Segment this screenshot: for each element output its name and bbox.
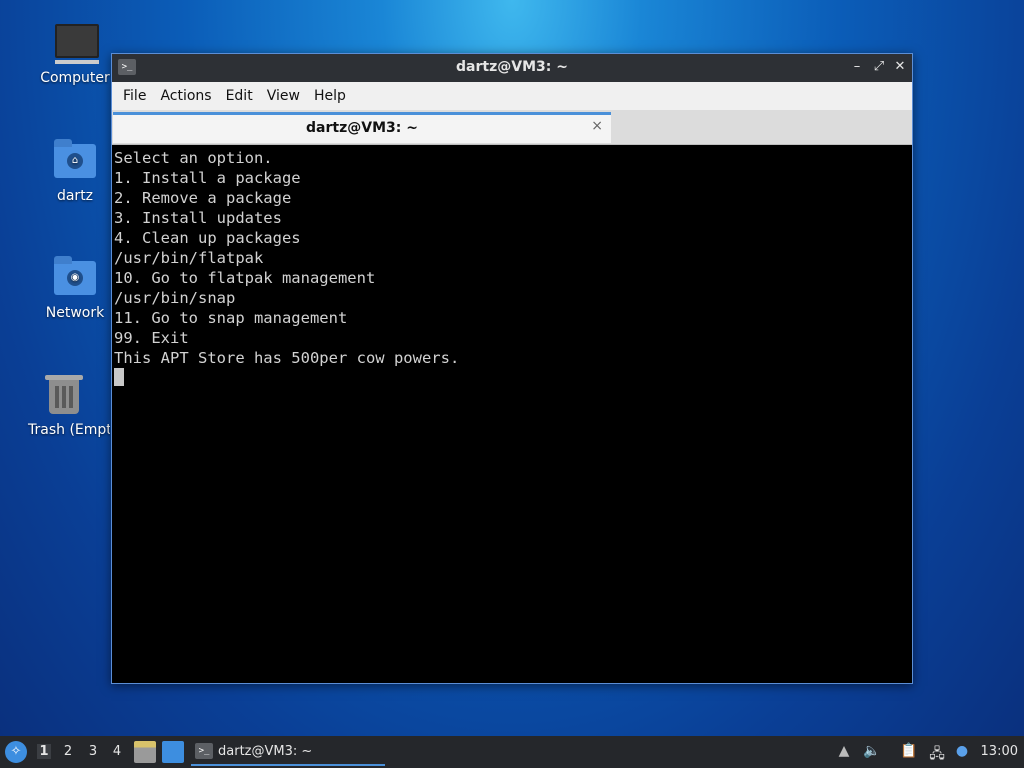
close-button[interactable]: ✕	[891, 58, 909, 76]
terminal-line: 10. Go to flatpak management	[114, 269, 376, 287]
desktop-icon-label: Network	[45, 305, 105, 321]
terminal-line: 4. Clean up packages	[114, 229, 301, 247]
desktop-icon-network[interactable]: ◉ Network	[25, 255, 125, 321]
terminal-app-icon: >_	[195, 743, 213, 759]
desktop-icon-computer[interactable]: Computer	[25, 20, 125, 86]
terminal-window: >_ dartz@VM3: ~ – ⤢ ✕ File Actions Edit …	[111, 53, 913, 684]
window-titlebar[interactable]: >_ dartz@VM3: ~ – ⤢ ✕	[112, 54, 912, 82]
workspace-4[interactable]: 4	[110, 744, 124, 759]
workspace-3[interactable]: 3	[86, 744, 100, 759]
tab-close-icon[interactable]: ×	[591, 118, 603, 134]
show-desktop-icon[interactable]	[162, 741, 184, 763]
menu-actions[interactable]: Actions	[153, 88, 218, 104]
workspace-2[interactable]: 2	[61, 744, 75, 759]
clipboard-icon[interactable]: 📋	[899, 743, 919, 759]
desktop-icon-label: Computer	[40, 70, 110, 86]
terminal-line: 11. Go to snap management	[114, 309, 348, 327]
terminal-line: Select an option.	[114, 149, 273, 167]
volume-icon[interactable]: 🔈	[862, 743, 882, 759]
window-title: dartz@VM3: ~	[456, 59, 568, 75]
desktop-icon-label: Trash (Empty)	[28, 422, 110, 438]
notification-icon[interactable]: ●	[952, 743, 972, 759]
terminal-line: /usr/bin/snap	[114, 289, 236, 307]
tab-terminal[interactable]: dartz@VM3: ~ ×	[113, 112, 611, 143]
desktop-icon-home-folder[interactable]: ⌂ dartz	[25, 138, 125, 204]
workspace-1[interactable]: 1	[37, 744, 51, 759]
terminal-line: This APT Store has 500per cow powers.	[114, 349, 460, 367]
menu-view[interactable]: View	[260, 88, 307, 104]
network-icon[interactable]: 🖧	[927, 743, 947, 767]
terminal-line: 1. Install a package	[114, 169, 301, 187]
taskbar-task-terminal[interactable]: >_ dartz@VM3: ~	[191, 738, 385, 766]
update-notifier-icon[interactable]: ▲	[834, 743, 854, 759]
menubar: File Actions Edit View Help	[112, 82, 912, 110]
network-folder-icon: ◉	[52, 255, 98, 301]
menu-help[interactable]: Help	[307, 88, 353, 104]
trash-icon	[41, 372, 87, 418]
terminal-line: /usr/bin/flatpak	[114, 249, 264, 267]
maximize-button[interactable]: ⤢	[870, 58, 888, 76]
terminal-line: 3. Install updates	[114, 209, 282, 227]
home-folder-icon: ⌂	[52, 138, 98, 184]
clock[interactable]: 13:00	[981, 744, 1018, 759]
tab-bar: dartz@VM3: ~ ×	[112, 110, 912, 145]
terminal-line: 2. Remove a package	[114, 189, 292, 207]
start-menu-icon[interactable]: ✧	[5, 741, 27, 763]
desktop-icon-label: dartz	[56, 188, 94, 204]
terminal-output[interactable]: Select an option. 1. Install a package 2…	[114, 146, 910, 681]
menu-file[interactable]: File	[116, 88, 153, 104]
task-label: dartz@VM3: ~	[218, 744, 313, 759]
menu-edit[interactable]: Edit	[219, 88, 260, 104]
computer-icon	[52, 20, 99, 66]
tab-label: dartz@VM3: ~	[306, 120, 418, 136]
terminal-line: 99. Exit	[114, 329, 189, 347]
file-manager-icon[interactable]	[134, 741, 156, 763]
terminal-prompt-line	[114, 368, 910, 388]
minimize-button[interactable]: –	[848, 58, 866, 76]
taskbar: ✧ 1 2 3 4 >_ dartz@VM3: ~ ▲ 🔈 📋 🖧 ● 13:0…	[0, 736, 1024, 768]
terminal-cursor	[114, 368, 124, 386]
desktop-icon-trash[interactable]: Trash (Empty)	[18, 372, 110, 438]
